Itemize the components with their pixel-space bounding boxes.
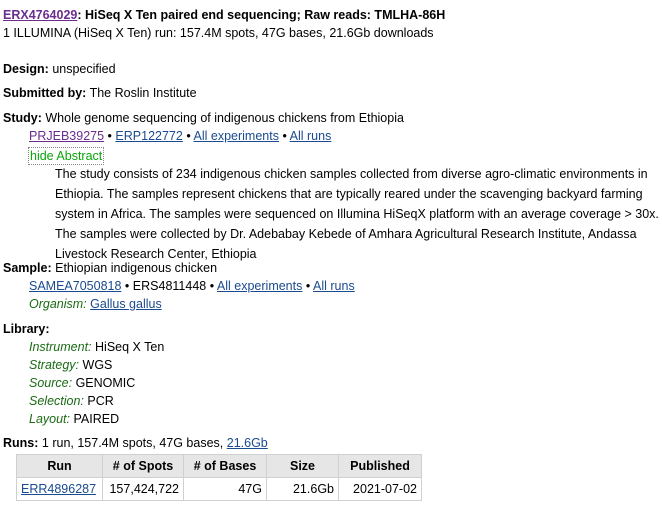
library-label: Library:: [3, 322, 50, 336]
runs-row: Runs: 1 run, 157.4M spots, 47G bases, 21…: [3, 436, 268, 450]
sample-row: Sample: Ethiopian indigenous chicken: [3, 261, 217, 275]
library-layout-row: Layout: PAIRED: [29, 412, 120, 426]
library-strategy-row: Strategy: WGS: [29, 358, 113, 372]
experiment-id-link[interactable]: ERX4764029: [3, 8, 77, 22]
sample-links: SAMEA7050818 • ERS4811448 • All experime…: [29, 279, 355, 293]
run-bases: 47G: [183, 477, 267, 501]
sample-all-experiments-link[interactable]: All experiments: [217, 279, 302, 293]
runs-summary: 1 run, 157.4M spots, 47G bases,: [41, 436, 224, 450]
col-run: Run: [16, 454, 103, 478]
col-size: Size: [266, 454, 339, 478]
sample-ers-id: ERS4811448: [132, 279, 207, 293]
study-label: Study:: [3, 111, 42, 125]
sample-label: Sample:: [3, 261, 52, 275]
run-id-link[interactable]: ERR4896287: [21, 482, 96, 496]
col-spots: # of Spots: [102, 454, 184, 478]
library-selection-row: Selection: PCR: [29, 394, 114, 408]
design-value: unspecified: [52, 62, 116, 76]
study-abstract: The study consists of 234 indigenous chi…: [55, 167, 659, 261]
col-bases: # of Bases: [183, 454, 267, 478]
runs-table: Run # of Spots # of Bases Size Published…: [16, 454, 422, 501]
hide-abstract-toggle[interactable]: hide Abstract: [28, 147, 105, 165]
runs-download-link[interactable]: 21.6Gb: [227, 436, 268, 450]
run-published: 2021-07-02: [338, 477, 422, 501]
organism-row: Organism: Gallus gallus: [29, 297, 162, 311]
table-row: ERR4896287 157,424,722 47G 21.6Gb 2021-0…: [16, 477, 422, 501]
experiment-summary: 1 ILLUMINA (HiSeq X Ten) run: 157.4M spo…: [3, 26, 434, 40]
sample-value: Ethiopian indigenous chicken: [55, 261, 218, 275]
sample-all-runs-link[interactable]: All runs: [313, 279, 355, 293]
library-instrument-row: Instrument: HiSeq X Ten: [29, 340, 165, 354]
organism-label: Organism:: [29, 297, 87, 311]
runs-label: Runs:: [3, 436, 39, 450]
design-label: Design:: [3, 62, 49, 76]
col-published: Published: [338, 454, 422, 478]
library-source-row: Source: GENOMIC: [29, 376, 136, 390]
submitted-by-row: Submitted by: The Roslin Institute: [3, 86, 197, 100]
study-links: PRJEB39275 • ERP122772 • All experiments…: [29, 129, 332, 143]
organism-link[interactable]: Gallus gallus: [90, 297, 162, 311]
runs-table-header: Run # of Spots # of Bases Size Published: [16, 454, 422, 478]
run-spots: 157,424,722: [102, 477, 184, 501]
experiment-header: ERX4764029: HiSeq X Ten paired end seque…: [3, 8, 445, 22]
submitted-by-label: Submitted by:: [3, 86, 87, 100]
study-all-runs-link[interactable]: All runs: [290, 129, 332, 143]
study-accession-link[interactable]: ERP122772: [115, 129, 182, 143]
study-bioproject-link[interactable]: PRJEB39275: [29, 129, 104, 143]
study-row: Study: Whole genome sequencing of indige…: [3, 111, 404, 125]
study-value: Whole genome sequencing of indigenous ch…: [45, 111, 404, 125]
submitted-by-value: The Roslin Institute: [89, 86, 197, 100]
study-all-experiments-link[interactable]: All experiments: [194, 129, 279, 143]
run-size: 21.6Gb: [266, 477, 339, 501]
experiment-title: : HiSeq X Ten paired end sequencing; Raw…: [77, 8, 446, 22]
sample-biosample-link[interactable]: SAMEA7050818: [29, 279, 121, 293]
design-row: Design: unspecified: [3, 62, 116, 76]
